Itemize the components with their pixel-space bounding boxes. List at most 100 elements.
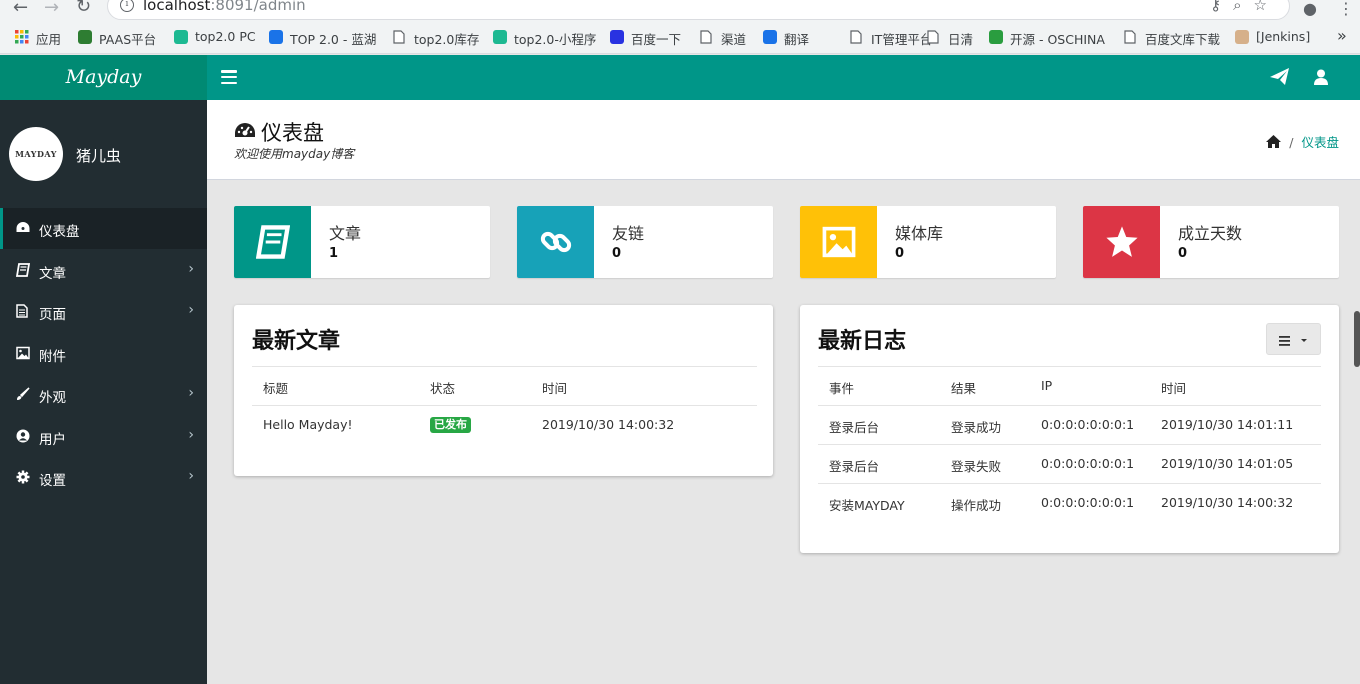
bookmark-item[interactable]: 渠道: [721, 29, 746, 48]
translate-icon: [763, 30, 777, 44]
page-scrollbar[interactable]: [1354, 311, 1360, 367]
log-result: 操作成功: [951, 498, 1002, 513]
jenkins-icon: [1235, 30, 1249, 44]
baidu-icon: [610, 30, 624, 44]
latest-posts-panel: 最新文章 标题 状态 时间 Hello Mayday! 已发布 2019/10/…: [234, 305, 773, 476]
bookmark-item[interactable]: TOP 2.0 - 蓝湖: [290, 29, 376, 48]
chrome-menu-icon[interactable]: ⋮: [1338, 0, 1354, 18]
url-text: localhost:8091/admin: [143, 0, 306, 14]
latest-logs-panel: 最新日志 事件 结果 IP 时间 登录后台 登录成功 0:0:0:0:0:0:0:1…: [800, 305, 1339, 553]
bookmarks-bar: 应用 PAAS平台 top2.0 PC TOP 2.0 - 蓝湖 top2.0库存 top…: [0, 22, 1360, 54]
brand-logo[interactable]: Mayday: [0, 55, 207, 100]
stat-value: 0: [1178, 246, 1188, 261]
address-bar[interactable]: i localhost:8091/admin ⚷⌕☆: [107, 0, 1290, 20]
home-icon[interactable]: [1266, 135, 1282, 148]
forward-arrow-icon[interactable]: →: [44, 0, 59, 18]
key-icon[interactable]: ⚷: [1210, 0, 1233, 14]
post-title-link[interactable]: Hello Mayday!: [263, 417, 353, 432]
bookmark-star-icon[interactable]: ☆: [1254, 0, 1279, 14]
sidebar-item-4[interactable]: 外观 ›: [0, 374, 207, 415]
log-event: 登录后台: [829, 420, 880, 435]
play-icon: [493, 30, 507, 44]
bookmark-item[interactable]: 开源 - OSCHINA: [1010, 29, 1105, 48]
column-header: 时间: [542, 381, 568, 396]
log-time: 2019/10/30 14:00:32: [1161, 495, 1294, 510]
sidebar-item-label: 设置: [39, 473, 66, 489]
bookmark-item[interactable]: top2.0 PC: [195, 29, 256, 44]
latest-logs-title: 最新日志: [818, 329, 907, 354]
chevron-right-icon: ›: [188, 260, 194, 277]
column-header: 结果: [951, 381, 977, 396]
profile-icon[interactable]: ●: [1303, 0, 1317, 18]
log-event: 登录后台: [829, 459, 880, 474]
page-title: 仪表盘: [261, 121, 324, 145]
table-header-row: 标题 状态 时间: [252, 366, 757, 405]
log-ip: 0:0:0:0:0:0:0:1: [1041, 495, 1135, 510]
sidebar-item-1[interactable]: 文章 ›: [0, 250, 207, 291]
star-icon: [1083, 206, 1160, 278]
bookmark-item[interactable]: [Jenkins]: [1256, 29, 1310, 44]
stat-value: 1: [329, 246, 339, 261]
paper-plane-icon[interactable]: [1270, 68, 1290, 86]
file-icon: [16, 304, 30, 318]
dashboard-icon: [235, 123, 255, 137]
breadcrumb: / 仪表盘: [1266, 132, 1339, 151]
page-icon: [393, 30, 407, 44]
chevron-right-icon: ›: [188, 426, 194, 443]
bookmark-item[interactable]: 百度一下: [631, 29, 681, 48]
bookmark-item[interactable]: IT管理平台: [871, 29, 932, 48]
column-header: 时间: [1161, 381, 1187, 396]
bookmarks-more-button[interactable]: »: [1337, 26, 1347, 45]
page-icon: [850, 30, 864, 44]
sidebar-item-label: 用户: [39, 431, 66, 448]
bookmark-item[interactable]: 应用: [36, 29, 61, 48]
column-header: IP: [1041, 378, 1053, 393]
info-icon[interactable]: i: [120, 0, 134, 12]
reload-icon[interactable]: ↻: [76, 0, 91, 17]
sidebar-item-6[interactable]: 设置 ›: [0, 457, 207, 498]
bookmark-item[interactable]: PAAS平台: [99, 29, 156, 48]
book-icon: [234, 206, 311, 278]
list-caret-icon: [1279, 336, 1307, 346]
page-icon: [927, 30, 941, 44]
dashboard-icon: [16, 221, 30, 235]
log-time: 2019/10/30 14:01:11: [1161, 417, 1294, 432]
hamburger-menu-icon[interactable]: [221, 70, 237, 85]
back-arrow-icon[interactable]: ←: [13, 0, 28, 18]
sidebar-item-label: 外观: [39, 390, 66, 406]
sidebar-item-0[interactable]: 仪表盘: [0, 208, 207, 249]
breadcrumb-current[interactable]: 仪表盘: [1301, 135, 1339, 150]
oschina-icon: [989, 30, 1003, 44]
table-row: 登录后台 登录成功 0:0:0:0:0:0:0:1 2019/10/30 14:01:…: [818, 405, 1321, 444]
gear-icon: [16, 470, 30, 484]
sidebar-item-5[interactable]: 用户 ›: [0, 416, 207, 457]
user-icon[interactable]: [1314, 69, 1328, 85]
zoom-icon[interactable]: ⌕: [1233, 0, 1253, 14]
stat-box: 成立天数 0: [1083, 206, 1339, 278]
avatar[interactable]: MAYDAY: [9, 127, 63, 181]
sidebar-item-label: 仪表盘: [39, 224, 80, 240]
latest-posts-title: 最新文章: [252, 329, 341, 354]
stat-label: 媒体库: [895, 224, 944, 243]
brush-icon: [16, 387, 30, 401]
post-time: 2019/10/30 14:00:32: [542, 417, 675, 432]
logs-options-dropdown[interactable]: [1266, 323, 1321, 355]
top-navbar: [207, 55, 1360, 100]
bookmark-item[interactable]: top2.0-小程序: [514, 29, 596, 48]
bookmark-item[interactable]: 翻译: [784, 29, 809, 48]
bookmark-item[interactable]: 日清: [948, 29, 973, 48]
chevron-right-icon: ›: [188, 385, 194, 401]
user-circle-icon: [16, 429, 30, 443]
browser-toolbar: ← → ↻ i localhost:8091/admin ⚷⌕☆ ● ⋮: [0, 0, 1360, 22]
address-bar-icons: ⚷⌕☆: [1210, 0, 1279, 14]
image-icon: [800, 206, 877, 278]
sidebar-item-2[interactable]: 页面 ›: [0, 291, 207, 332]
log-ip: 0:0:0:0:0:0:0:1: [1041, 417, 1135, 432]
page-subtitle: 欢迎使用mayday博客: [234, 147, 355, 161]
sidebar-item-3[interactable]: 附件: [0, 333, 207, 374]
book-icon: [15, 262, 31, 277]
log-time: 2019/10/30 14:01:05: [1161, 456, 1294, 471]
bookmark-item[interactable]: top2.0库存: [414, 29, 479, 48]
bookmark-item[interactable]: 百度文库下载: [1145, 29, 1220, 48]
log-result: 登录成功: [951, 420, 1002, 435]
